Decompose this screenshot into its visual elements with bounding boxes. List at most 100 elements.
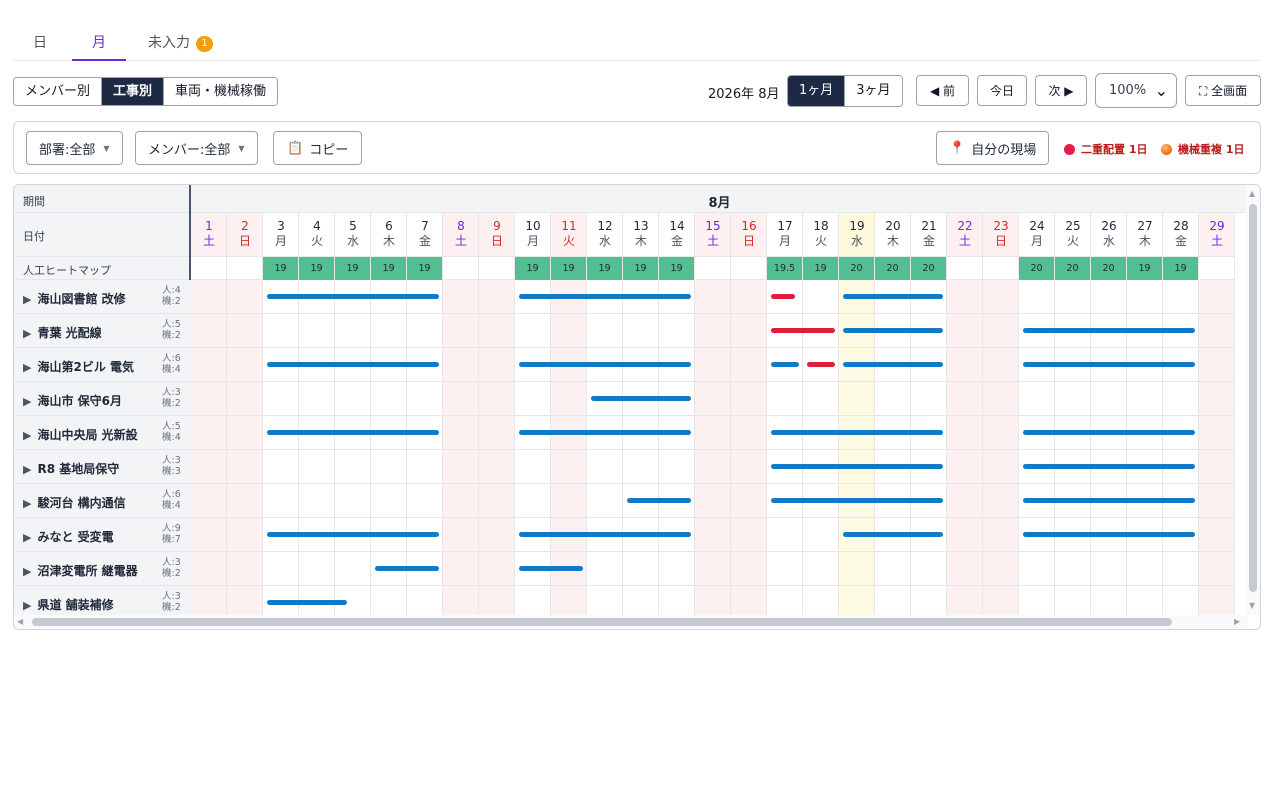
schedule-bar[interactable] bbox=[1023, 430, 1195, 435]
schedule-cell[interactable] bbox=[731, 416, 767, 450]
schedule-cell[interactable] bbox=[227, 382, 263, 416]
schedule-cell[interactable] bbox=[587, 314, 623, 348]
schedule-cell[interactable] bbox=[191, 280, 227, 314]
schedule-cell[interactable] bbox=[263, 450, 299, 484]
vertical-scrollbar[interactable]: ▲ ▼ bbox=[1246, 185, 1260, 615]
schedule-bar[interactable] bbox=[843, 362, 943, 367]
project-name[interactable]: ▶ 駿河台 構内通信 bbox=[23, 494, 126, 511]
schedule-cell[interactable] bbox=[1199, 518, 1235, 552]
schedule-cell[interactable] bbox=[299, 314, 335, 348]
schedule-cell[interactable] bbox=[983, 450, 1019, 484]
schedule-cell[interactable] bbox=[407, 314, 443, 348]
view-by-vehicle-button[interactable]: 車両・機械稼働 bbox=[164, 78, 278, 105]
schedule-bar[interactable] bbox=[771, 362, 799, 367]
schedule-cell[interactable] bbox=[1055, 280, 1091, 314]
schedule-cell[interactable] bbox=[1019, 280, 1055, 314]
conflict-bar[interactable] bbox=[771, 328, 835, 333]
schedule-cell[interactable] bbox=[803, 518, 839, 552]
schedule-cell[interactable] bbox=[731, 314, 767, 348]
schedule-bar[interactable] bbox=[627, 498, 691, 503]
copy-button[interactable]: 📋 コピー bbox=[273, 131, 363, 165]
schedule-cell[interactable] bbox=[1127, 280, 1163, 314]
schedule-cell[interactable] bbox=[1127, 552, 1163, 586]
zoom-select[interactable]: 100% ⌄ bbox=[1095, 73, 1177, 108]
schedule-cell[interactable] bbox=[659, 314, 695, 348]
department-filter[interactable]: 部署:全部 ▼ bbox=[26, 131, 123, 165]
scroll-right-icon[interactable]: ▶ bbox=[1234, 617, 1240, 626]
schedule-cell[interactable] bbox=[983, 280, 1019, 314]
schedule-cell[interactable] bbox=[695, 484, 731, 518]
schedule-cell[interactable] bbox=[443, 314, 479, 348]
schedule-cell[interactable] bbox=[335, 552, 371, 586]
schedule-cell[interactable] bbox=[731, 280, 767, 314]
member-filter[interactable]: メンバー:全部 ▼ bbox=[135, 131, 258, 165]
schedule-cell[interactable] bbox=[263, 552, 299, 586]
schedule-cell[interactable] bbox=[947, 552, 983, 586]
schedule-cell[interactable] bbox=[479, 416, 515, 450]
schedule-cell[interactable] bbox=[479, 552, 515, 586]
expand-triangle-icon[interactable]: ▶ bbox=[23, 497, 31, 510]
range-1month-button[interactable]: 1ヶ月 bbox=[788, 76, 846, 106]
schedule-cell[interactable] bbox=[947, 416, 983, 450]
project-name[interactable]: ▶ 海山中央局 光新設 bbox=[23, 426, 138, 443]
schedule-bar[interactable] bbox=[771, 498, 943, 503]
project-name[interactable]: ▶ 海山図書館 改修 bbox=[23, 290, 126, 307]
view-by-member-button[interactable]: メンバー別 bbox=[14, 78, 103, 105]
schedule-bar[interactable] bbox=[267, 600, 347, 605]
schedule-cell[interactable] bbox=[551, 314, 587, 348]
schedule-cell[interactable] bbox=[191, 484, 227, 518]
next-button[interactable]: 次 ▶ bbox=[1035, 75, 1087, 106]
schedule-bar[interactable] bbox=[1023, 328, 1195, 333]
schedule-bar[interactable] bbox=[1023, 362, 1195, 367]
schedule-cell[interactable] bbox=[1055, 382, 1091, 416]
schedule-cell[interactable] bbox=[1163, 552, 1199, 586]
expand-triangle-icon[interactable]: ▶ bbox=[23, 293, 31, 306]
schedule-cell[interactable] bbox=[875, 382, 911, 416]
schedule-cell[interactable] bbox=[299, 382, 335, 416]
schedule-cell[interactable] bbox=[371, 450, 407, 484]
schedule-cell[interactable] bbox=[551, 450, 587, 484]
schedule-cell[interactable] bbox=[371, 382, 407, 416]
expand-triangle-icon[interactable]: ▶ bbox=[23, 361, 31, 374]
schedule-cell[interactable] bbox=[1199, 416, 1235, 450]
schedule-cell[interactable] bbox=[1019, 382, 1055, 416]
expand-triangle-icon[interactable]: ▶ bbox=[23, 599, 31, 612]
schedule-cell[interactable] bbox=[263, 314, 299, 348]
schedule-bar[interactable] bbox=[771, 430, 943, 435]
schedule-cell[interactable] bbox=[803, 382, 839, 416]
project-name[interactable]: ▶ 青葉 光配線 bbox=[23, 324, 102, 341]
schedule-cell[interactable] bbox=[335, 450, 371, 484]
schedule-cell[interactable] bbox=[515, 484, 551, 518]
schedule-cell[interactable] bbox=[407, 450, 443, 484]
schedule-cell[interactable] bbox=[983, 416, 1019, 450]
schedule-cell[interactable] bbox=[983, 552, 1019, 586]
schedule-cell[interactable] bbox=[227, 280, 263, 314]
project-name[interactable]: ▶ 海山第2ビル 電気 bbox=[23, 358, 134, 375]
expand-triangle-icon[interactable]: ▶ bbox=[23, 565, 31, 578]
conflict-bar[interactable] bbox=[771, 294, 795, 299]
schedule-cell[interactable] bbox=[227, 348, 263, 382]
my-site-button[interactable]: 📍 自分の現場 bbox=[936, 131, 1050, 165]
schedule-cell[interactable] bbox=[695, 416, 731, 450]
schedule-cell[interactable] bbox=[1199, 450, 1235, 484]
schedule-cell[interactable] bbox=[731, 382, 767, 416]
schedule-cell[interactable] bbox=[263, 484, 299, 518]
schedule-cell[interactable] bbox=[551, 484, 587, 518]
schedule-cell[interactable] bbox=[227, 518, 263, 552]
schedule-cell[interactable] bbox=[191, 450, 227, 484]
schedule-bar[interactable] bbox=[843, 532, 943, 537]
schedule-bar[interactable] bbox=[267, 532, 439, 537]
project-name[interactable]: ▶ 沼津変電所 継電器 bbox=[23, 562, 138, 579]
schedule-cell[interactable] bbox=[767, 552, 803, 586]
schedule-bar[interactable] bbox=[519, 566, 583, 571]
schedule-cell[interactable] bbox=[335, 382, 371, 416]
schedule-cell[interactable] bbox=[479, 450, 515, 484]
fullscreen-button[interactable]: ⛶ 全画面 bbox=[1185, 75, 1261, 106]
schedule-cell[interactable] bbox=[623, 314, 659, 348]
expand-triangle-icon[interactable]: ▶ bbox=[23, 327, 31, 340]
scroll-left-icon[interactable]: ◀ bbox=[17, 617, 23, 626]
schedule-cell[interactable] bbox=[587, 450, 623, 484]
schedule-cell[interactable] bbox=[191, 382, 227, 416]
schedule-cell[interactable] bbox=[479, 348, 515, 382]
scroll-down-icon[interactable]: ▼ bbox=[1249, 601, 1255, 610]
